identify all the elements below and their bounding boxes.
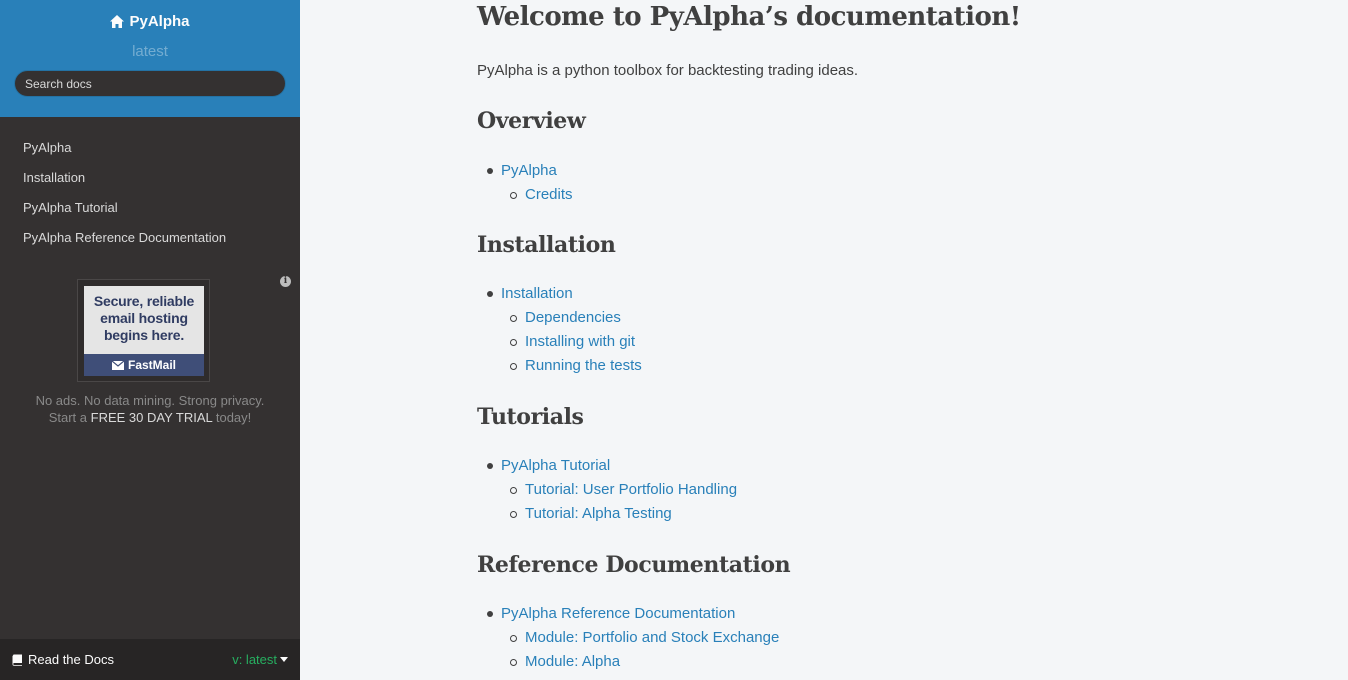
search-input[interactable]	[14, 70, 286, 97]
page-title: Welcome to PyAlpha’s documentation!	[477, 2, 1021, 32]
ad-line-2: email hosting	[100, 310, 188, 326]
mail-icon	[111, 360, 124, 370]
toc-link[interactable]: PyAlpha Tutorial	[501, 457, 610, 474]
ad-caption-line-1: No ads. No data mining. Strong privacy.	[35, 393, 265, 408]
ad-brand-name: FastMail	[127, 358, 176, 372]
version-switcher[interactable]: v: latest	[232, 652, 288, 667]
read-the-docs-label: Read the Docs	[28, 652, 114, 667]
version-switcher-label: v: latest	[232, 652, 277, 667]
sidebar-item-pyalpha-tutorial[interactable]: PyAlpha Tutorial	[0, 193, 300, 223]
toc-link[interactable]: PyAlpha Reference Documentation	[501, 605, 735, 622]
main-content: Welcome to PyAlpha’s documentation! PyAl…	[300, 0, 1348, 680]
toc-item: Installation	[477, 282, 642, 306]
sidebar-item-installation[interactable]: Installation	[0, 163, 300, 193]
circle-bullet-icon	[510, 192, 517, 199]
toc-item: Dependencies	[477, 306, 642, 330]
toc-item: Running the tests	[477, 354, 642, 378]
home-icon	[110, 15, 125, 28]
circle-bullet-icon	[510, 511, 517, 518]
toc-link[interactable]: Installation	[501, 285, 573, 302]
circle-bullet-icon	[510, 363, 517, 370]
caret-down-icon	[280, 657, 288, 662]
toc-link[interactable]: Module: Alpha	[525, 653, 620, 670]
circle-bullet-icon	[510, 315, 517, 322]
ad-line-3: begins here.	[103, 327, 185, 343]
ad-caption: No ads. No data mining. Strong privacy. …	[0, 392, 300, 426]
toc-item: Module: Alpha	[477, 650, 779, 674]
info-icon[interactable]: i	[280, 276, 291, 287]
toc-overview: PyAlpha Credits	[477, 159, 573, 207]
bullet-icon	[487, 168, 493, 174]
toc-tutorials: PyAlpha Tutorial Tutorial: User Portfoli…	[477, 454, 737, 526]
read-the-docs-link[interactable]: Read the Docs	[12, 652, 114, 667]
toc-link[interactable]: Installing with git	[525, 333, 635, 350]
toc-item: Tutorial: Alpha Testing	[477, 502, 737, 526]
circle-bullet-icon	[510, 487, 517, 494]
toc-link[interactable]: Credits	[525, 186, 573, 203]
project-home-link[interactable]: PyAlpha	[110, 13, 190, 30]
toc-link[interactable]: Dependencies	[525, 309, 621, 326]
sidebar-header: PyAlpha latest	[0, 0, 300, 117]
toc-item: PyAlpha Reference Documentation	[477, 602, 779, 626]
ad-caption-line-2[interactable]: Start a FREE 30 DAY TRIAL today!	[0, 409, 300, 426]
bullet-icon	[487, 463, 493, 469]
sidebar-item-reference-documentation[interactable]: PyAlpha Reference Documentation	[0, 223, 300, 253]
ad-caption-end: today!	[212, 410, 252, 425]
bullet-icon	[487, 291, 493, 297]
section-heading-reference-documentation: Reference Documentation	[477, 552, 791, 578]
section-heading-tutorials: Tutorials	[477, 404, 584, 430]
toc-item: Module: Portfolio and Stock Exchange	[477, 626, 779, 650]
sidebar-item-pyalpha[interactable]: PyAlpha	[0, 133, 300, 163]
project-name: PyAlpha	[129, 13, 190, 30]
toc-link[interactable]: Tutorial: Alpha Testing	[525, 505, 672, 522]
ad-caption-start: Start a	[48, 410, 91, 425]
toc-link[interactable]: Running the tests	[525, 357, 642, 374]
bullet-icon	[487, 611, 493, 617]
toc-link[interactable]: PyAlpha	[501, 162, 557, 179]
ad-image: Secure, reliable email hosting begins he…	[84, 286, 204, 376]
section-heading-installation: Installation	[477, 232, 616, 258]
ad-caption-highlight: FREE 30 DAY TRIAL	[90, 410, 213, 425]
toc-item: Tutorial: User Portfolio Handling	[477, 478, 737, 502]
ad-headline: Secure, reliable email hosting begins he…	[84, 286, 204, 344]
sidebar-nav: PyAlpha Installation PyAlpha Tutorial Py…	[0, 117, 300, 253]
toc-reference-documentation: PyAlpha Reference Documentation Module: …	[477, 602, 779, 674]
sidebar: PyAlpha latest PyAlpha Installation PyAl…	[0, 0, 300, 680]
circle-bullet-icon	[510, 635, 517, 642]
section-heading-overview: Overview	[477, 108, 586, 134]
toc-item: Installing with git	[477, 330, 642, 354]
toc-link[interactable]: Module: Portfolio and Stock Exchange	[525, 629, 779, 646]
toc-installation: Installation Dependencies Installing wit…	[477, 282, 642, 378]
intro-paragraph: PyAlpha is a python toolbox for backtest…	[477, 62, 859, 79]
book-icon	[12, 654, 22, 666]
ad-brand-bar: FastMail	[84, 354, 204, 376]
ad-line-1: Secure, reliable	[93, 293, 195, 309]
ad-image-link[interactable]: Secure, reliable email hosting begins he…	[77, 279, 210, 382]
version-label: latest	[132, 43, 168, 60]
toc-item: Credits	[477, 183, 573, 207]
circle-bullet-icon	[510, 659, 517, 666]
toc-item: PyAlpha	[477, 159, 573, 183]
toc-link[interactable]: Tutorial: User Portfolio Handling	[525, 481, 737, 498]
circle-bullet-icon	[510, 339, 517, 346]
toc-item: PyAlpha Tutorial	[477, 454, 737, 478]
read-the-docs-bar[interactable]: Read the Docs v: latest	[0, 639, 300, 680]
